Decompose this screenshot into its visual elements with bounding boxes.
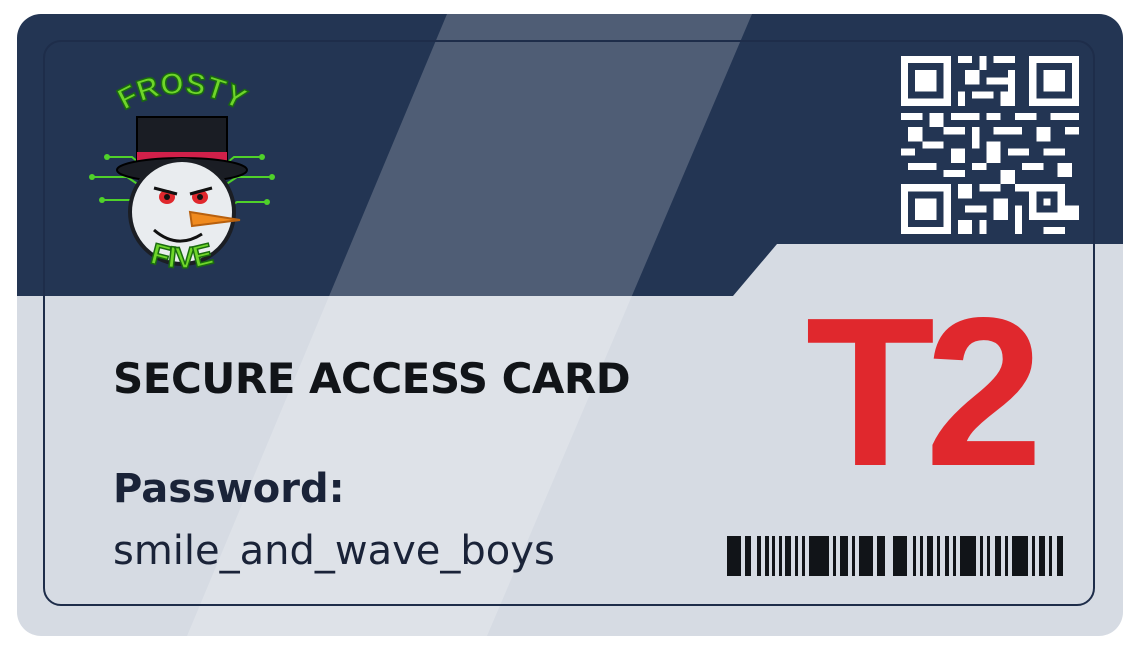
password-label: Password:	[113, 466, 345, 512]
card-title: SECURE ACCESS CARD	[113, 354, 631, 403]
access-card: FROSTY FIVE SECURE ACCESS CARD Password:…	[17, 14, 1123, 636]
logo-bottom-text: FIVE	[147, 238, 216, 276]
frosty-five-logo-icon: FROSTY FIVE	[89, 66, 275, 276]
logo-top-text: FROSTY	[113, 67, 252, 116]
password-value: smile_and_wave_boys	[113, 528, 555, 574]
barcode-icon	[727, 536, 1063, 576]
tier-code: T2	[805, 273, 1043, 510]
qr-code-icon	[901, 56, 1079, 234]
